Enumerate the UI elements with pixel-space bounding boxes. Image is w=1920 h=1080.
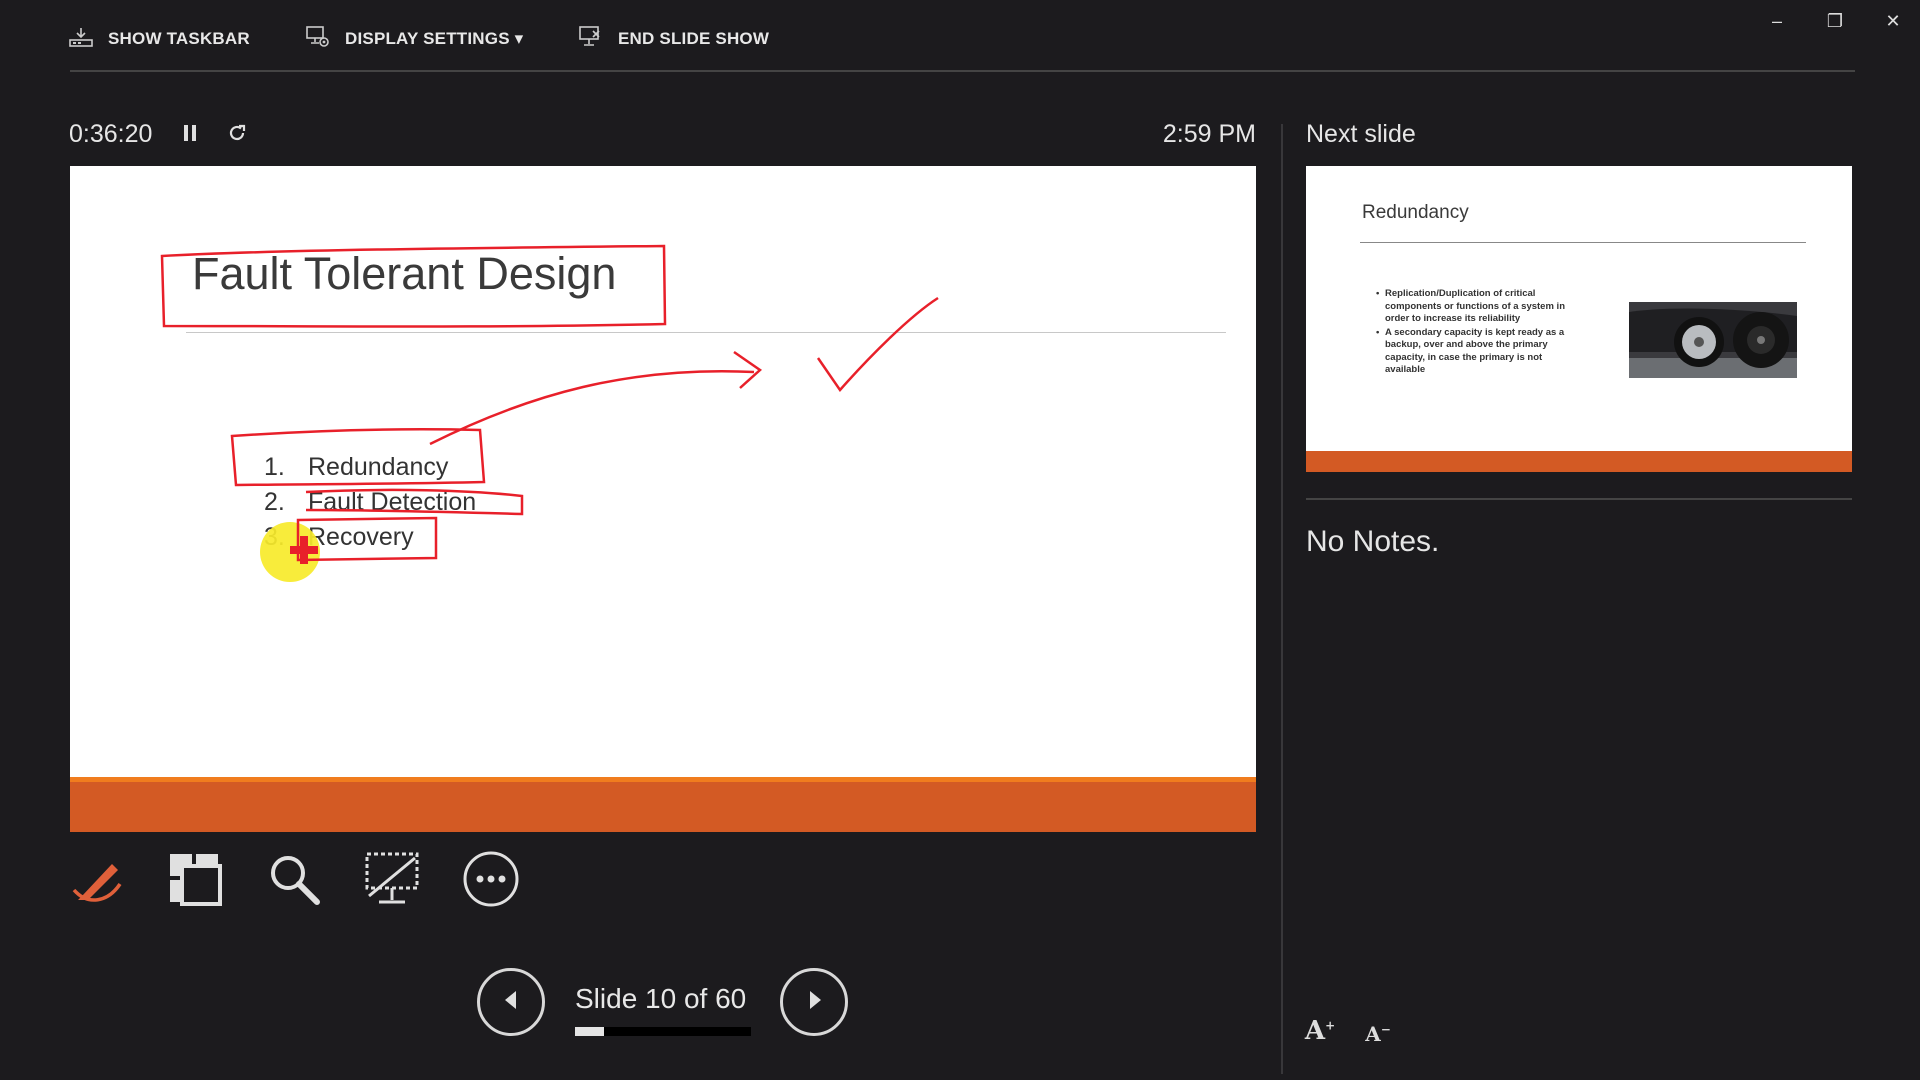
next-slide-title: Redundancy [1362, 202, 1469, 223]
next-slide-bullet: A secondary capacity is kept ready as a … [1376, 327, 1576, 377]
more-options-icon [462, 850, 520, 913]
minimize-button[interactable]: – [1757, 6, 1797, 36]
slide-footer-bar [70, 777, 1256, 832]
decrease-font-button[interactable]: A− [1358, 1010, 1398, 1046]
list-item: 3. Recovery [264, 520, 476, 555]
list-item-number: 2. [264, 488, 285, 516]
next-slide-preview[interactable]: Redundancy Replication/Duplication of cr… [1306, 166, 1852, 472]
toolbar-divider [70, 70, 1855, 72]
display-settings-icon [305, 24, 331, 55]
taskbar-icon [68, 24, 94, 55]
close-button[interactable]: ✕ [1873, 6, 1913, 36]
slide-list: 1. Redundancy 2. Fault Detection 3. Reco… [264, 450, 476, 555]
list-item-text: Redundancy [308, 453, 449, 481]
display-settings-label: DISPLAY SETTINGS ▾ [345, 29, 524, 48]
slide-title: Fault Tolerant Design [192, 248, 617, 299]
see-all-slides-icon [166, 850, 224, 913]
next-slide-bullets: Replication/Duplication of critical comp… [1376, 288, 1576, 378]
end-show-icon [578, 24, 604, 55]
next-slide-button[interactable] [780, 968, 848, 1036]
reset-timer-button[interactable] [222, 120, 252, 150]
list-item-number: 3. [264, 523, 285, 551]
zoom-magnifier-icon [265, 850, 323, 913]
black-screen-icon [363, 850, 421, 913]
panel-divider [1281, 124, 1283, 1074]
increase-font-button[interactable]: A+ [1300, 1010, 1340, 1046]
display-settings-button[interactable]: DISPLAY SETTINGS ▾ [305, 24, 523, 54]
end-slide-show-label: END SLIDE SHOW [618, 29, 770, 48]
slide-title-rule [186, 332, 1226, 333]
pause-timer-button[interactable] [175, 120, 205, 150]
car-wheel-image [1629, 302, 1797, 378]
end-slide-show-button[interactable]: END SLIDE SHOW [578, 24, 769, 54]
reset-timer-icon [226, 122, 248, 149]
pen-tool-button[interactable] [66, 850, 128, 912]
next-slide-footer-bar [1306, 451, 1852, 472]
current-time: 2:59 PM [1162, 120, 1256, 148]
presenter-toolbar: SHOW TASKBAR DISPLAY SETTINGS ▾ END SLID… [0, 0, 1920, 72]
zoom-button[interactable] [263, 850, 325, 912]
list-item-number: 1. [264, 453, 285, 481]
pen-laser-icon [68, 850, 126, 913]
previous-slide-button[interactable] [477, 968, 545, 1036]
slide-progress-bar [575, 1027, 751, 1036]
ink-checkmark [816, 296, 939, 393]
minimize-icon: – [1771, 10, 1782, 31]
previous-slide-icon [499, 988, 523, 1017]
current-slide[interactable]: Fault Tolerant Design 1. Redundancy 2. F… [70, 166, 1256, 832]
list-item-text: Recovery [308, 523, 414, 551]
pause-icon [182, 123, 198, 148]
ink-arrow [429, 350, 763, 446]
font-decrease-icon: A− [1365, 1022, 1391, 1046]
notes-divider [1306, 498, 1852, 500]
see-all-slides-button[interactable] [164, 850, 226, 912]
restore-button[interactable]: ❐ [1815, 6, 1855, 36]
list-item-text: Fault Detection [308, 488, 477, 516]
next-slide-icon [802, 988, 826, 1017]
next-slide-label: Next slide [1306, 120, 1416, 148]
slide-progress-fill [575, 1027, 605, 1036]
elapsed-timer: 0:36:20 [69, 120, 153, 148]
black-screen-button[interactable] [361, 850, 423, 912]
show-taskbar-button[interactable]: SHOW TASKBAR [68, 24, 250, 54]
list-item: 1. Redundancy [264, 450, 476, 485]
restore-icon: ❐ [1826, 10, 1844, 31]
speaker-notes: No Notes. [1306, 525, 1440, 558]
slide-counter: Slide 10 of 60 [575, 983, 747, 1014]
font-increase-icon: A+ [1304, 1016, 1336, 1046]
close-icon: ✕ [1885, 10, 1901, 31]
show-taskbar-label: SHOW TASKBAR [108, 29, 250, 48]
next-slide-bullet: Replication/Duplication of critical comp… [1376, 288, 1576, 326]
list-item: 2. Fault Detection [264, 485, 476, 520]
next-slide-rule [1360, 242, 1806, 243]
more-options-button[interactable] [460, 850, 522, 912]
